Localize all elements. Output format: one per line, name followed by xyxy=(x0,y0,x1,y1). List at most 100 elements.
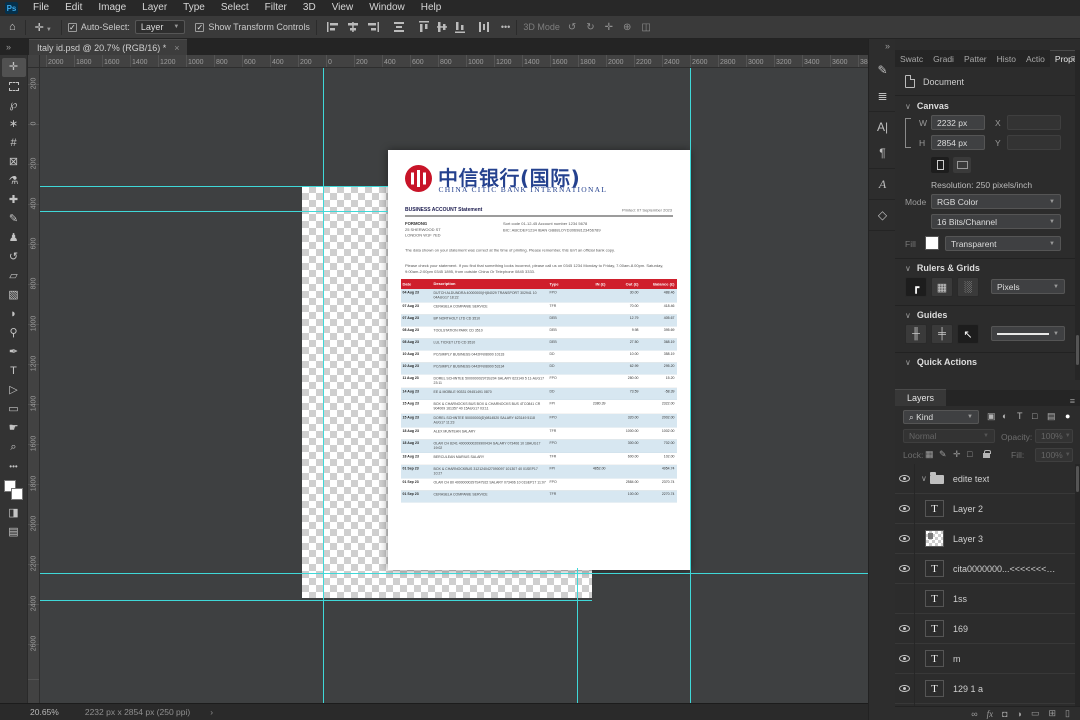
guides-section-header[interactable]: ∨Guides xyxy=(905,310,947,320)
quick-mask-icon[interactable]: ◨ xyxy=(2,504,26,523)
canvas-viewport[interactable]: 中信银行(国际) CHINA CITIC BANK INTERNATIONAL … xyxy=(40,68,868,703)
tool-presets-icon[interactable]: ≣ xyxy=(869,83,896,109)
guide-horizontal[interactable] xyxy=(40,211,388,212)
filter-type-icon[interactable]: T xyxy=(1017,411,1023,421)
guide-vertical[interactable] xyxy=(577,568,578,703)
adjustment-layer-icon[interactable]: ◑ xyxy=(1017,709,1022,719)
tool-marquee-tool[interactable] xyxy=(2,77,26,96)
visibility-cell[interactable] xyxy=(895,524,915,554)
auto-select-target-dropdown[interactable]: Layer▼ xyxy=(135,20,185,34)
tool-pen-tool[interactable]: ✒ xyxy=(2,343,26,362)
more-options-icon[interactable]: ••• xyxy=(501,22,510,32)
layer-effects-icon[interactable]: fx xyxy=(987,709,994,719)
tab-histo[interactable]: Histo xyxy=(992,51,1021,67)
eye-icon[interactable] xyxy=(899,535,910,542)
tab-actio[interactable]: Actio xyxy=(1021,51,1050,67)
visibility-cell[interactable] xyxy=(895,614,915,644)
tab-layers[interactable]: Layers xyxy=(895,389,946,406)
color-swatches[interactable] xyxy=(3,480,25,504)
3d-panel-icon[interactable]: ◇ xyxy=(869,202,896,228)
landscape-orientation-button[interactable] xyxy=(953,157,971,173)
lock-artboard-icon[interactable]: □ xyxy=(967,449,972,459)
tool-gradient-tool[interactable]: ▧ xyxy=(2,286,26,305)
text-layer-thumbnail[interactable]: T xyxy=(925,500,944,517)
text-layer-thumbnail[interactable]: T xyxy=(925,650,944,667)
layer-row[interactable]: ∨edite text xyxy=(895,464,1080,494)
layer-name[interactable]: Layer 2 xyxy=(953,504,983,514)
layer-mask-icon[interactable]: ◘ xyxy=(1002,709,1007,719)
guide-style-dropdown[interactable]: ▼ xyxy=(991,326,1065,341)
tool-path-select-tool[interactable]: ▷ xyxy=(2,381,26,400)
menu-edit[interactable]: Edit xyxy=(57,0,90,16)
filter-shape-icon[interactable]: □ xyxy=(1032,411,1037,421)
menu-image[interactable]: Image xyxy=(90,0,134,16)
3d-roll-icon[interactable]: ↻ xyxy=(586,22,594,33)
guide-vertical[interactable] xyxy=(690,68,691,703)
eye-icon[interactable] xyxy=(899,505,910,512)
menu-layer[interactable]: Layer xyxy=(134,0,175,16)
eye-icon[interactable] xyxy=(899,475,910,482)
tool-crop-tool[interactable]: # xyxy=(2,134,26,153)
status-chevron-icon[interactable]: › xyxy=(210,707,213,717)
guide-vertical[interactable] xyxy=(323,68,324,703)
screen-mode-icon[interactable]: ▤ xyxy=(2,523,26,542)
3d-camera-icon[interactable]: ◫ xyxy=(641,22,650,33)
fill-swatch[interactable] xyxy=(925,236,939,250)
canvas-section-header[interactable]: ∨Canvas xyxy=(905,101,949,111)
text-layer-thumbnail[interactable]: T xyxy=(925,560,944,577)
filter-adjustment-icon[interactable]: ◐ xyxy=(1002,411,1007,421)
align-right-icon[interactable] xyxy=(367,22,379,32)
tab-patter[interactable]: Patter xyxy=(959,51,992,67)
brush-settings-icon[interactable]: ✎ xyxy=(869,57,896,83)
properties-scrollbar[interactable] xyxy=(1075,50,1080,380)
tool-shape-tool[interactable]: ▭ xyxy=(2,400,26,419)
layer-name[interactable]: 169 xyxy=(953,624,968,634)
eye-icon[interactable] xyxy=(899,565,910,572)
filter-toggle-icon[interactable]: ● xyxy=(1065,411,1070,421)
text-layer-thumbnail[interactable]: T xyxy=(925,590,944,607)
menu-window[interactable]: Window xyxy=(361,0,413,16)
character-panel-icon[interactable]: A| xyxy=(869,114,896,140)
visibility-cell[interactable] xyxy=(895,674,915,704)
layer-row[interactable]: T169 xyxy=(895,614,1080,644)
bit-depth-dropdown[interactable]: 16 Bits/Channel▼ xyxy=(931,214,1061,229)
layer-name[interactable]: m xyxy=(953,654,961,664)
document-tab[interactable]: Italy id.psd @ 20.7% (RGB/16) * × xyxy=(29,39,187,55)
pixel-layer-thumbnail[interactable] xyxy=(925,530,944,547)
layer-filter-dropdown[interactable]: ⌕ Kind▼ xyxy=(903,410,979,424)
new-layer-icon[interactable]: ⊞ xyxy=(1049,708,1057,719)
tool-eraser-tool[interactable]: ▱ xyxy=(2,267,26,286)
guides-lock-icon[interactable]: ╪ xyxy=(931,324,953,344)
tool-type-tool[interactable]: T xyxy=(2,362,26,381)
visibility-cell[interactable] xyxy=(895,644,915,674)
layer-row[interactable]: Tcita0000000...<<<<<<<<<0 d xyxy=(895,554,1080,584)
eye-icon[interactable] xyxy=(899,625,910,632)
3d-pan-icon[interactable]: ✛ xyxy=(605,22,613,33)
lock-paint-icon[interactable]: ✎ xyxy=(939,449,947,460)
expand-panels-icon[interactable]: » xyxy=(869,39,895,55)
visibility-cell[interactable] xyxy=(895,464,915,494)
align-middle-icon[interactable] xyxy=(437,21,447,33)
eye-icon[interactable] xyxy=(899,655,910,662)
tool-zoom-tool[interactable]: ⌕ xyxy=(2,438,26,457)
home-icon[interactable]: ⌂ xyxy=(6,21,19,33)
3d-slide-icon[interactable]: ⊕ xyxy=(623,22,631,33)
rulers-grids-section-header[interactable]: ∨Rulers & Grids xyxy=(905,263,980,273)
canvas-height-input[interactable]: 2854 px xyxy=(931,135,985,150)
guide-horizontal[interactable] xyxy=(40,600,592,601)
tool-hand-tool[interactable]: ☛ xyxy=(2,419,26,438)
tool-healing-brush-tool[interactable]: ✚ xyxy=(2,191,26,210)
text-layer-thumbnail[interactable]: T xyxy=(925,680,944,697)
lock-all-icon[interactable] xyxy=(983,453,990,458)
filter-pixel-icon[interactable]: ▣ xyxy=(987,411,996,422)
quick-actions-section-header[interactable]: ∨Quick Actions xyxy=(905,357,977,367)
guides-edit-icon[interactable]: ↖ xyxy=(957,324,979,344)
layer-group-icon[interactable]: ▭ xyxy=(1031,708,1040,719)
menu-view[interactable]: View xyxy=(324,0,362,16)
layer-name[interactable]: cita0000000...<<<<<<<<<0 d xyxy=(953,564,1058,574)
3d-orbit-icon[interactable]: ↺ xyxy=(568,22,576,33)
menu-file[interactable]: File xyxy=(25,0,57,16)
align-left-icon[interactable] xyxy=(327,22,339,32)
guide-horizontal[interactable] xyxy=(40,573,868,574)
lock-transparent-icon[interactable]: ▦ xyxy=(925,449,934,460)
